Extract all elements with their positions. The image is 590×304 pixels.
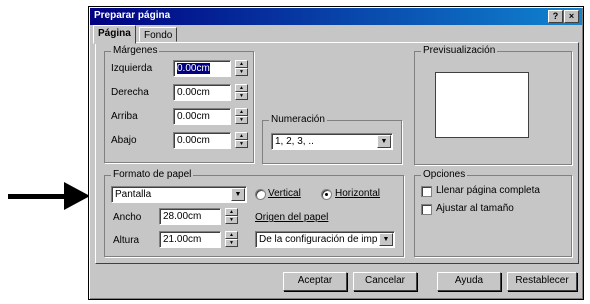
paper-source-label: Origen del papel [255,212,329,223]
chevron-down-icon[interactable]: ▼ [379,233,393,246]
spin-up-icon[interactable]: ▲ [235,132,248,140]
spin-up-icon[interactable]: ▲ [235,108,248,116]
numbering-select[interactable]: 1, 2, 3, .. ▼ [271,133,393,150]
vertical-radio[interactable] [255,189,266,200]
ok-button[interactable]: Aceptar [283,272,347,291]
bottom-margin-label: Abajo [111,135,137,146]
numbering-group: Numeración 1, 2, 3, .. ▼ [262,114,402,164]
page-preview [435,72,529,138]
cancel-button[interactable]: Cancelar [353,272,417,291]
help-button[interactable]: Ayuda [437,272,501,291]
tab-panel: Márgenes Izquierda 0.00cm ▲ ▼ Derecha 0.… [95,42,579,264]
vertical-label[interactable]: Vertical [268,188,301,199]
paper-format-group: Formato de papel Pantalla ▼ Vertical Hor… [104,169,404,257]
title-bar[interactable]: Preparar página ? × [90,8,582,25]
margins-group: Márgenes Izquierda 0.00cm ▲ ▼ Derecha 0.… [104,45,254,163]
paper-source-select[interactable]: De la configuración de imp ▼ [255,231,395,248]
pointer-arrow-icon [64,182,90,210]
width-stepper[interactable]: ▲ ▼ [225,208,238,225]
top-margin-input[interactable]: 0.00cm [173,108,231,125]
dialog-title: Preparar página [94,10,171,21]
tab-fondo[interactable]: Fondo [139,27,178,42]
paper-format-title: Formato de papel [111,169,194,180]
preview-group: Previsualización [414,45,572,165]
chevron-down-icon[interactable]: ▼ [231,188,245,201]
paper-format-select[interactable]: Pantalla ▼ [111,186,247,203]
chevron-down-icon[interactable]: ▼ [377,135,391,148]
right-margin-input[interactable]: 0.00cm [173,84,231,101]
spin-down-icon[interactable]: ▼ [235,68,248,76]
margins-title: Márgenes [111,45,160,56]
right-margin-stepper[interactable]: ▲ ▼ [235,84,248,101]
spin-up-icon[interactable]: ▲ [235,84,248,92]
fill-page-checkbox[interactable] [421,186,432,197]
height-stepper[interactable]: ▲ ▼ [225,231,238,248]
help-icon[interactable]: ? [548,10,563,23]
fit-size-label[interactable]: Ajustar al tamaño [436,203,514,214]
height-input[interactable]: 21.00cm [159,231,221,248]
left-margin-stepper[interactable]: ▲ ▼ [235,60,248,77]
spin-up-icon[interactable]: ▲ [235,60,248,68]
spin-down-icon[interactable]: ▼ [235,92,248,100]
pointer-arrow-shaft [8,194,66,199]
options-group: Opciones Llenar página completa Ajustar … [414,169,572,257]
preview-title: Previsualización [421,45,498,56]
radio-selected-dot [325,193,328,196]
spin-down-icon[interactable]: ▼ [225,216,238,224]
close-icon[interactable]: × [564,10,579,23]
spin-down-icon[interactable]: ▼ [235,116,248,124]
bottom-margin-input[interactable]: 0.00cm [173,132,231,149]
height-label: Altura [113,235,140,246]
width-label: Ancho [113,212,142,223]
spin-down-icon[interactable]: ▼ [235,140,248,148]
fill-page-label[interactable]: Llenar página completa [436,185,540,196]
options-title: Opciones [421,169,468,180]
page-setup-dialog: Preparar página ? × Página Fondo Márgene… [88,6,584,300]
horizontal-label[interactable]: Horizontal [335,188,380,199]
right-margin-label: Derecha [111,87,149,98]
top-margin-stepper[interactable]: ▲ ▼ [235,108,248,125]
spin-up-icon[interactable]: ▲ [225,208,238,216]
horizontal-radio[interactable] [321,189,332,200]
left-margin-input[interactable]: 0.00cm [173,60,231,77]
left-margin-label: Izquierda [111,63,153,74]
width-input[interactable]: 28.00cm [159,208,221,225]
reset-button[interactable]: Restablecer [507,272,577,291]
numbering-title: Numeración [269,114,327,125]
fit-size-checkbox[interactable] [421,204,432,215]
bottom-margin-stepper[interactable]: ▲ ▼ [235,132,248,149]
spin-up-icon[interactable]: ▲ [225,231,238,239]
top-margin-label: Arriba [111,111,138,122]
spin-down-icon[interactable]: ▼ [225,239,238,247]
tab-pagina[interactable]: Página [93,25,136,44]
